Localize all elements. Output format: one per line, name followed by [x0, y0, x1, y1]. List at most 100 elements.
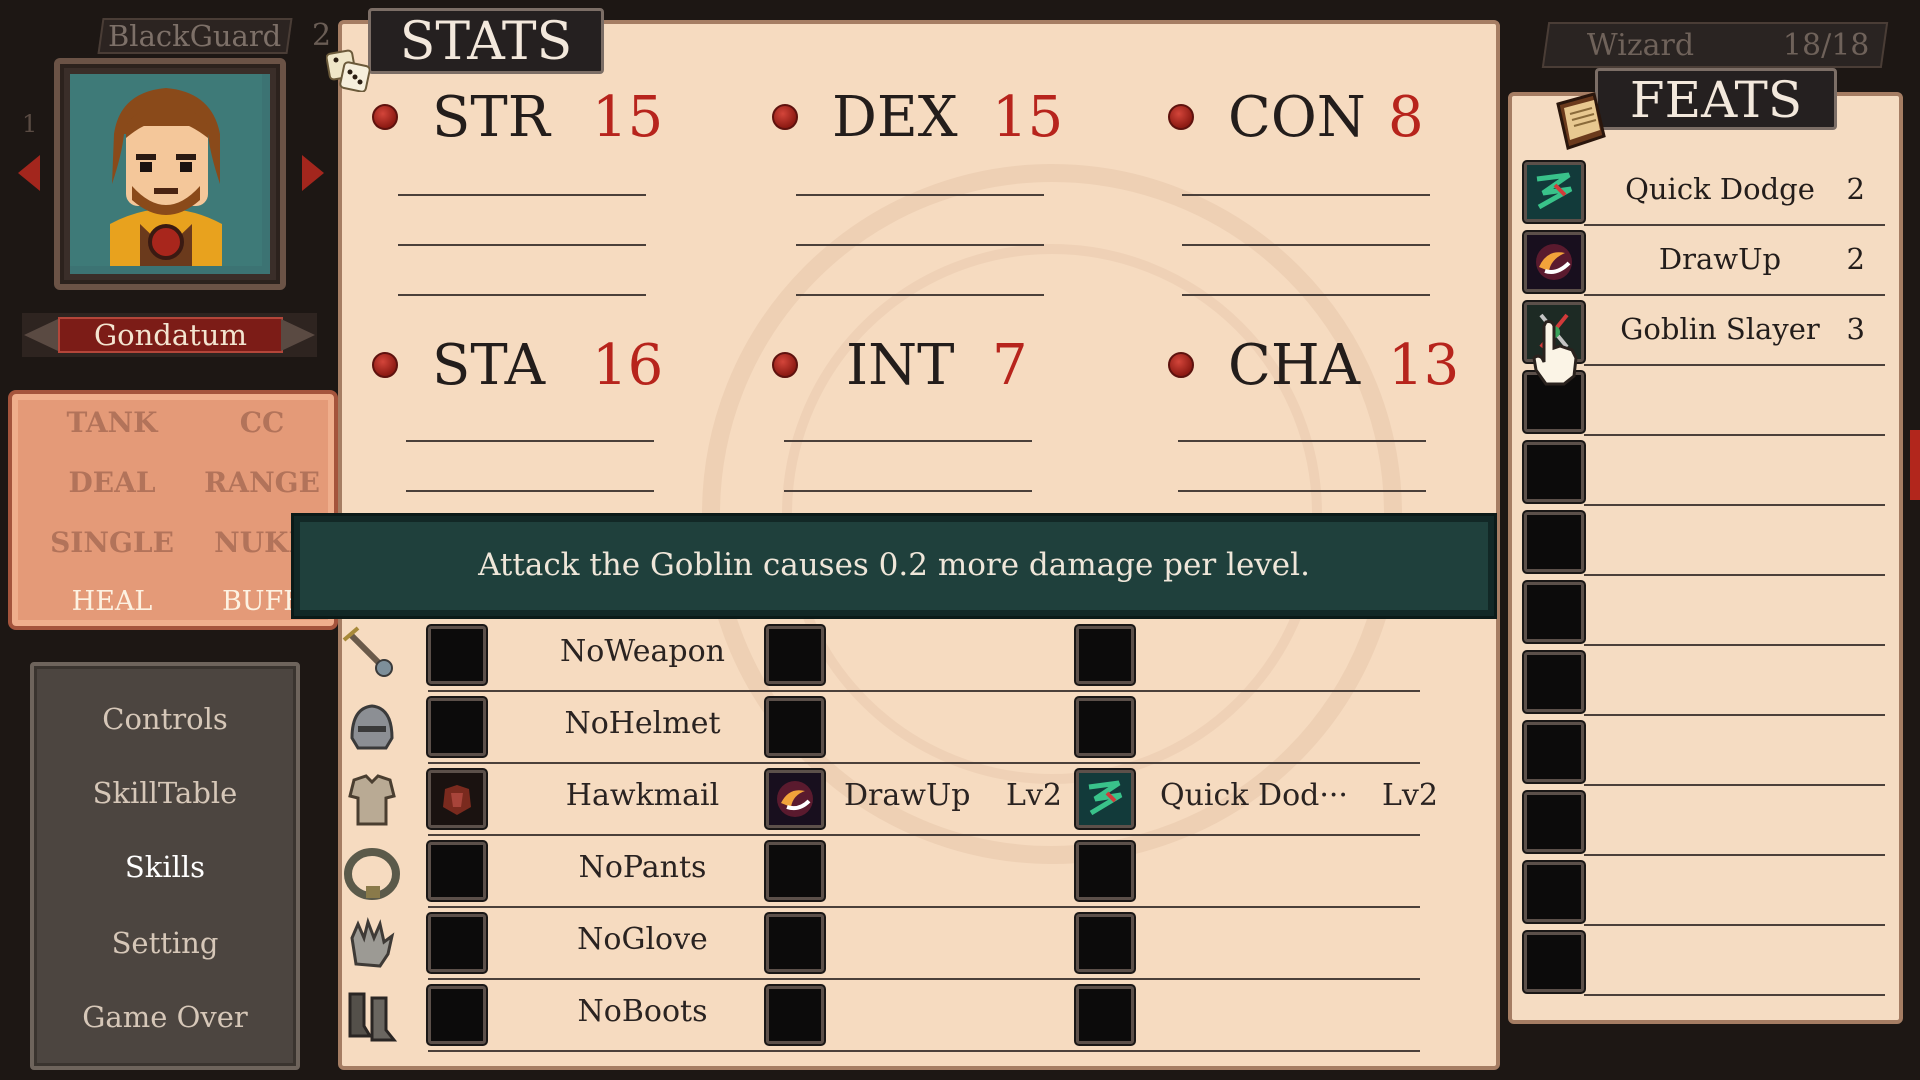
- equipment-name: NoPants: [578, 850, 707, 885]
- feat-slot[interactable]: [1524, 162, 1584, 222]
- stat-line: [1178, 440, 1426, 442]
- stat-dot-icon: [772, 352, 798, 378]
- feat-slot[interactable]: [1524, 792, 1584, 852]
- equipment-row-armor: Hawkmail DrawUp Lv2 Quick Dod··· Lv2: [340, 764, 1438, 836]
- helmet-icon: [350, 704, 394, 750]
- stat-str: STR 15: [372, 82, 663, 152]
- stat-str-value: 15: [592, 84, 664, 150]
- feat-row[interactable]: [1520, 786, 1885, 856]
- equipment-feat-slot-1[interactable]: [766, 770, 824, 828]
- equipment-slot[interactable]: [428, 842, 486, 900]
- feat-name: DrawUp: [1658, 242, 1782, 276]
- feat-row[interactable]: [1520, 926, 1885, 996]
- row-underline: [428, 1050, 1420, 1052]
- feat-slot[interactable]: [1524, 652, 1584, 712]
- feat-row[interactable]: [1520, 436, 1885, 506]
- feats-title: FEATS: [1595, 68, 1837, 130]
- stat-line: [796, 194, 1044, 196]
- stat-line: [1178, 490, 1426, 492]
- stat-sta-value: 16: [592, 332, 664, 398]
- role-tag-range: RANGE: [204, 466, 320, 499]
- menu-controls[interactable]: Controls: [34, 702, 296, 736]
- feat-row[interactable]: DrawUp 2: [1520, 226, 1885, 296]
- equipment-feat-slot-2[interactable]: [1076, 698, 1134, 756]
- equipment-slot[interactable]: [428, 986, 486, 1044]
- book-icon: [1556, 92, 1606, 150]
- stat-cha-value: 13: [1388, 332, 1460, 398]
- feat-row[interactable]: [1520, 646, 1885, 716]
- role-tag-single: SINGLE: [50, 526, 174, 559]
- equipment-feat-slot-2[interactable]: [1076, 986, 1134, 1044]
- stats-title: STATS: [368, 8, 604, 74]
- hand-cursor-icon: [1532, 320, 1578, 386]
- feat-level: 2: [1846, 172, 1865, 206]
- feat-tooltip: Attack the Goblin causes 0.2 more damage…: [294, 516, 1494, 616]
- banner-wing-right: [281, 319, 315, 351]
- equipment-feat-slot-2[interactable]: [1076, 626, 1134, 684]
- stat-line: [1182, 194, 1430, 196]
- menu-setting[interactable]: Setting: [34, 926, 296, 960]
- equipment-slot[interactable]: [428, 770, 486, 828]
- equipment-feat-slot-2[interactable]: [1076, 842, 1134, 900]
- belt-icon: [344, 848, 400, 900]
- feat-row[interactable]: [1520, 576, 1885, 646]
- stat-line: [784, 440, 1032, 442]
- equipment-row-pants: NoPants: [340, 836, 1430, 908]
- stat-con-value: 8: [1388, 84, 1424, 150]
- role-tag-deal: DEAL: [68, 466, 156, 499]
- equipment-feat-slot-1[interactable]: [766, 914, 824, 972]
- stat-line: [796, 244, 1044, 246]
- stat-line: [796, 294, 1044, 296]
- stat-str-label: STR: [432, 84, 550, 150]
- feat-slot[interactable]: [1524, 232, 1584, 292]
- equipment-feat-slot-2[interactable]: [1076, 770, 1134, 828]
- stat-dex-value: 15: [992, 84, 1064, 150]
- stat-dot-icon: [372, 104, 398, 130]
- equipment-feat-slot-1[interactable]: [766, 986, 824, 1044]
- character-class-header: BlackGuard: [97, 18, 293, 54]
- hawkmail-icon: [431, 773, 483, 825]
- equipment-feat-slot-1[interactable]: [766, 842, 824, 900]
- character-name-banner: Gondatum: [22, 313, 317, 357]
- menu-skills[interactable]: Skills: [34, 850, 296, 884]
- feat-slot[interactable]: [1524, 442, 1584, 502]
- side-menu: Controls SkillTable Skills Setting Game …: [30, 662, 300, 1070]
- feat-slot[interactable]: [1524, 582, 1584, 642]
- equipment-slot[interactable]: [428, 626, 486, 684]
- stat-dot-icon: [772, 104, 798, 130]
- stat-dot-icon: [372, 352, 398, 378]
- role-tag-cc: CC: [239, 406, 285, 439]
- feat-row[interactable]: [1520, 856, 1885, 926]
- equipment-feat-slot-1[interactable]: [766, 626, 824, 684]
- menu-skilltable[interactable]: SkillTable: [34, 776, 296, 810]
- equipment-slot[interactable]: [428, 914, 486, 972]
- equipment-feat-slot-2[interactable]: [1076, 914, 1134, 972]
- feat-row[interactable]: Quick Dodge 2: [1520, 156, 1885, 226]
- stat-sta: STA 16: [372, 330, 663, 400]
- prev-character-arrow[interactable]: [18, 155, 40, 191]
- feat-slot[interactable]: [1524, 862, 1584, 922]
- feat-slot[interactable]: [1524, 512, 1584, 572]
- equipment-row-glove: NoGlove: [340, 908, 1430, 980]
- equipment-slot[interactable]: [428, 698, 486, 756]
- stat-line: [398, 194, 646, 196]
- feat-row[interactable]: [1520, 716, 1885, 786]
- feat-slot[interactable]: [1524, 722, 1584, 782]
- character-avatar-icon: [70, 74, 262, 266]
- next-character-arrow[interactable]: [302, 155, 324, 191]
- role-tag-heal: HEAL: [71, 586, 153, 617]
- menu-game-over[interactable]: Game Over: [34, 1000, 296, 1034]
- stat-dex-label: DEX: [832, 84, 958, 150]
- role-tags-scroll: TANK CC DEAL RANGE SINGLE NUKE HEAL BUFF: [8, 390, 338, 630]
- drawup-icon: [1527, 235, 1581, 289]
- stat-line: [398, 244, 646, 246]
- dice-icon: [326, 49, 370, 92]
- stat-cha-label: CHA: [1228, 332, 1361, 398]
- banner-wing-left: [24, 319, 58, 351]
- quick-dodge-icon: [1527, 165, 1581, 219]
- feats-class-name: Wizard: [1586, 28, 1695, 63]
- equipment-feat-slot-1[interactable]: [766, 698, 824, 756]
- feat-slot[interactable]: [1524, 932, 1584, 992]
- feat-row[interactable]: [1520, 506, 1885, 576]
- character-name: Gondatum: [58, 317, 283, 353]
